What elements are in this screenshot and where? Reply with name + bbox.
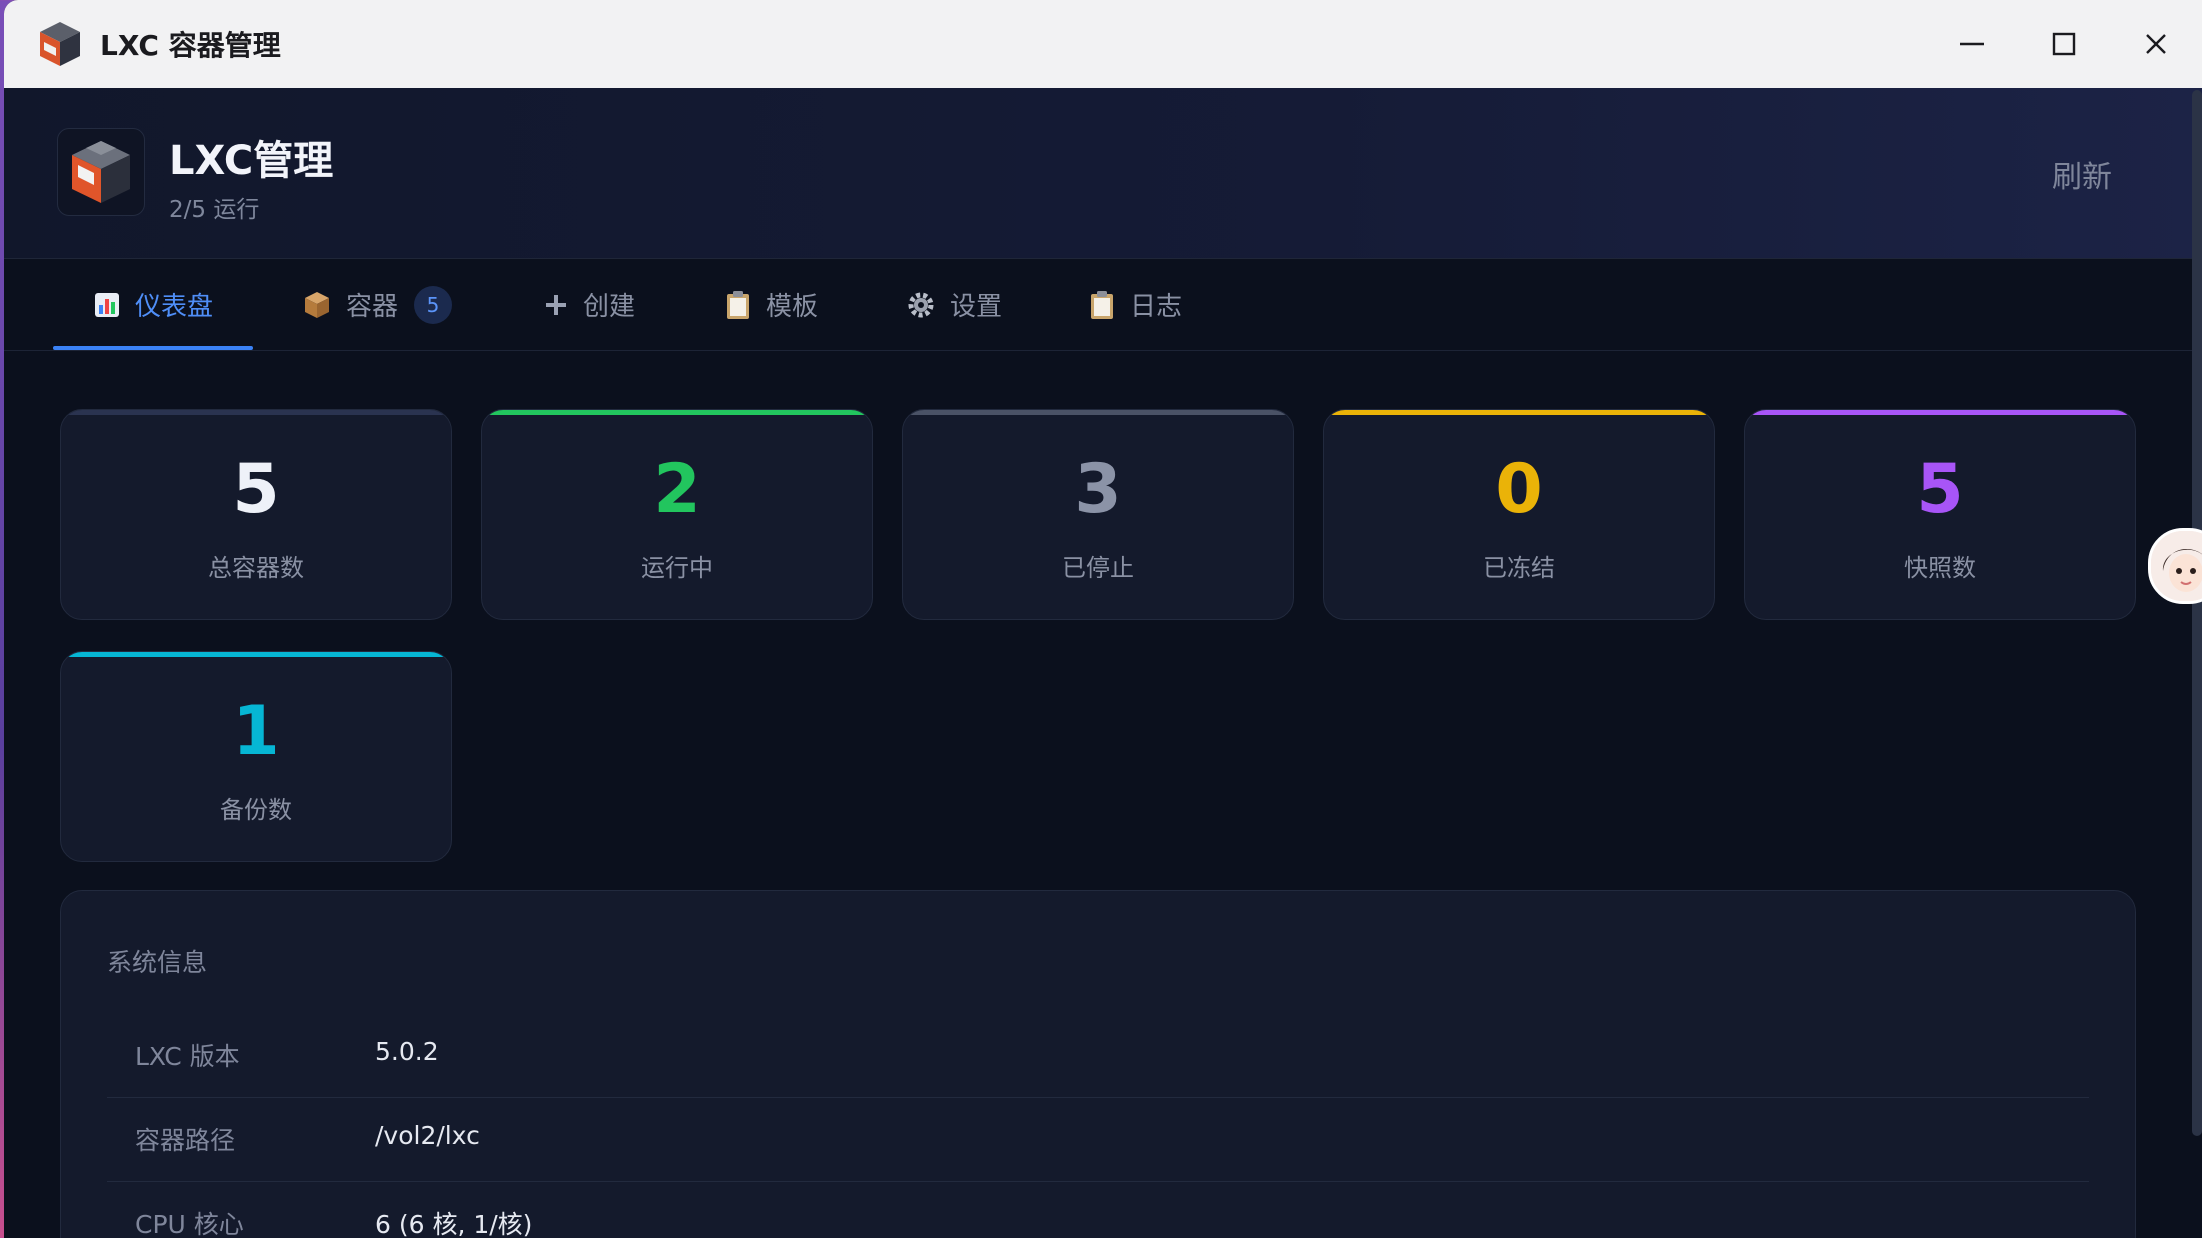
package-icon bbox=[302, 290, 332, 320]
card-accent bbox=[1745, 410, 2135, 415]
tab-label: 模板 bbox=[766, 292, 819, 322]
minimize-button[interactable] bbox=[1926, 0, 2018, 88]
stat-card-snapshots: 5 快照数 bbox=[1744, 409, 2136, 620]
app-window: LXC 容器管理 LXC管理 2/5 运行 刷新 仪表盘 容器 5 创建 模板 … bbox=[4, 0, 2202, 1238]
running-summary: 2/5 运行 bbox=[169, 197, 260, 223]
maximize-icon bbox=[2052, 32, 2076, 56]
tab-containers[interactable]: 容器 5 bbox=[302, 259, 453, 350]
card-accent bbox=[1324, 410, 1714, 415]
stat-label: 已停止 bbox=[1062, 554, 1134, 582]
stat-value: 5 bbox=[232, 450, 280, 529]
card-accent bbox=[61, 410, 451, 415]
stat-card-backups: 1 备份数 bbox=[60, 651, 452, 862]
app-cube-icon bbox=[40, 22, 80, 66]
close-icon bbox=[2146, 34, 2166, 54]
app-title: LXC管理 bbox=[169, 138, 334, 184]
title-bar: LXC 容器管理 bbox=[4, 0, 2202, 89]
stat-value: 5 bbox=[1916, 450, 1964, 529]
stat-value: 3 bbox=[1074, 450, 1122, 529]
tab-settings[interactable]: 设置 bbox=[906, 259, 1002, 350]
system-info-panel: 系统信息 LXC 版本 5.0.2 容器路径 /vol2/lxc CPU 核心 … bbox=[60, 890, 2136, 1238]
tab-label: 仪表盘 bbox=[135, 292, 214, 322]
stat-card-stopped: 3 已停止 bbox=[902, 409, 1294, 620]
app-header: LXC管理 2/5 运行 刷新 bbox=[4, 88, 2202, 259]
stat-card-frozen: 0 已冻结 bbox=[1323, 409, 1715, 620]
card-accent bbox=[61, 652, 451, 657]
tab-create[interactable]: 创建 bbox=[543, 259, 635, 350]
info-row-lxc-version: LXC 版本 5.0.2 bbox=[107, 1013, 2089, 1098]
card-accent bbox=[482, 410, 872, 415]
stat-card-running: 2 运行中 bbox=[481, 409, 873, 620]
plus-icon bbox=[543, 292, 569, 318]
clipboard-icon bbox=[1088, 290, 1116, 320]
tab-bar: 仪表盘 容器 5 创建 模板 设置 日志 bbox=[4, 259, 2202, 351]
stat-value: 0 bbox=[1495, 450, 1543, 529]
info-value: 5.0.2 bbox=[375, 1037, 439, 1066]
stat-label: 总容器数 bbox=[208, 554, 304, 582]
container-count-badge: 5 bbox=[414, 285, 453, 324]
stat-label: 运行中 bbox=[641, 554, 713, 582]
info-key: 容器路径 bbox=[135, 1126, 236, 1155]
gear-icon bbox=[906, 290, 936, 320]
tab-label: 日志 bbox=[1130, 292, 1183, 322]
card-accent bbox=[903, 410, 1293, 415]
info-row-container-path: 容器路径 /vol2/lxc bbox=[107, 1097, 2089, 1182]
info-value: 6 (6 核, 1/核) bbox=[375, 1210, 533, 1238]
minimize-icon bbox=[1960, 42, 1984, 46]
info-row-cpu-cores: CPU 核心 6 (6 核, 1/核) bbox=[107, 1181, 2089, 1238]
stat-label: 已冻结 bbox=[1483, 554, 1555, 582]
stat-card-total: 5 总容器数 bbox=[60, 409, 452, 620]
stat-value: 2 bbox=[653, 450, 701, 529]
tab-templates[interactable]: 模板 bbox=[724, 259, 818, 350]
section-title: 系统信息 bbox=[107, 948, 208, 977]
stat-label: 快照数 bbox=[1904, 554, 1976, 582]
tab-dashboard[interactable]: 仪表盘 bbox=[52, 259, 254, 350]
window-title: LXC 容器管理 bbox=[100, 29, 281, 62]
tab-logs[interactable]: 日志 bbox=[1088, 259, 1182, 350]
info-key: CPU 核心 bbox=[135, 1210, 244, 1238]
stat-value: 1 bbox=[232, 692, 280, 771]
clipboard-icon bbox=[724, 290, 752, 320]
bar-chart-icon bbox=[93, 291, 121, 319]
info-value: /vol2/lxc bbox=[375, 1121, 480, 1150]
close-button[interactable] bbox=[2110, 0, 2202, 88]
tab-label: 设置 bbox=[950, 292, 1003, 322]
refresh-button[interactable]: 刷新 bbox=[2052, 152, 2112, 196]
stat-label: 备份数 bbox=[220, 796, 292, 824]
vertical-scrollbar[interactable] bbox=[2192, 90, 2202, 1136]
avatar-face-icon bbox=[2151, 531, 2202, 601]
tab-label: 创建 bbox=[583, 292, 636, 322]
lxc-cube-icon bbox=[72, 141, 130, 203]
tab-label: 容器 bbox=[346, 292, 399, 322]
info-key: LXC 版本 bbox=[135, 1042, 240, 1071]
app-logo bbox=[57, 128, 145, 216]
maximize-button[interactable] bbox=[2018, 0, 2110, 88]
